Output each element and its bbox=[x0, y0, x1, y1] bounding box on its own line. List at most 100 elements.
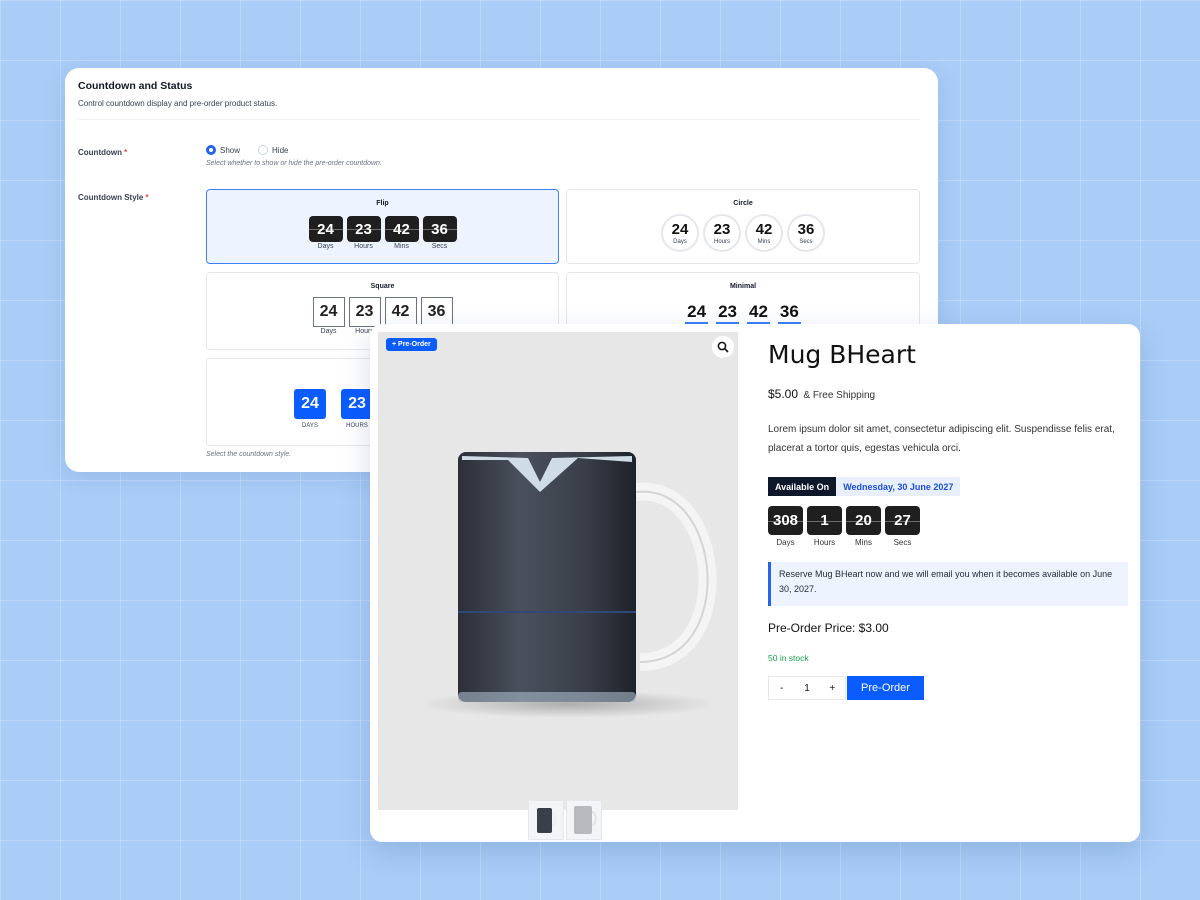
countdown-hours: 1 Hours bbox=[807, 506, 842, 547]
radio-show-dot[interactable] bbox=[206, 145, 216, 155]
product-preview-card: + Pre-Order Mug BHeart $5.00 & Free Ship… bbox=[370, 324, 1140, 842]
available-label: Available On bbox=[768, 477, 837, 496]
boxed-value: 24 bbox=[294, 389, 326, 419]
thumbnail-mug-grey bbox=[574, 806, 597, 834]
flip-unit-label: Days bbox=[317, 243, 334, 250]
style-hint: Select the countdown style. bbox=[206, 451, 292, 458]
radio-show-label: Show bbox=[220, 145, 241, 155]
boxed-value: 23 bbox=[341, 389, 373, 419]
thumbnail-1[interactable] bbox=[528, 800, 564, 840]
shipping-info: & Free Shipping bbox=[803, 390, 876, 401]
style-option-minimal-label: Minimal bbox=[729, 283, 757, 290]
preorder-price: Pre-Order Price: $3.00 bbox=[768, 621, 889, 635]
countdown-mins: 20 Mins bbox=[846, 506, 881, 547]
availability-row: Available On Wednesday, 30 June 2027 bbox=[768, 477, 961, 496]
radio-hide-label: Hide bbox=[272, 145, 289, 155]
circle-unit-secs: 36 Secs bbox=[787, 214, 825, 252]
minimal-value: 42 bbox=[747, 302, 770, 324]
square-unit-label: Days bbox=[320, 328, 337, 335]
circle-unit-label: Secs bbox=[799, 238, 813, 245]
flip-unit-days: 24 Days bbox=[308, 216, 343, 250]
qty-increment-button[interactable]: + bbox=[820, 683, 845, 694]
radio-hide[interactable]: Hide bbox=[258, 145, 288, 155]
qty-input[interactable]: 1 bbox=[794, 683, 819, 694]
style-field-label: Countdown Style * bbox=[78, 193, 148, 202]
square-value: 42 bbox=[384, 297, 417, 327]
circle-preview: 24 Days 23 Hours 42 Mins 36 Secs bbox=[567, 214, 919, 252]
section-title: Countdown and Status bbox=[78, 80, 193, 92]
flip-value: 36 bbox=[422, 216, 457, 242]
countdown-value: 27 bbox=[885, 506, 920, 535]
countdown-value: 20 bbox=[846, 506, 881, 535]
flip-unit-label: Secs bbox=[431, 243, 448, 250]
radio-show[interactable]: Show bbox=[206, 145, 240, 155]
countdown-value: 1 bbox=[807, 506, 842, 535]
countdown-hint: Select whether to show or hide the pre-o… bbox=[206, 160, 382, 167]
square-value: 23 bbox=[348, 297, 381, 327]
radio-hide-dot[interactable] bbox=[258, 145, 269, 155]
product-countdown: 308 Days 1 Hours 20 Mins 27 Secs bbox=[768, 506, 920, 547]
countdown-secs: 27 Secs bbox=[885, 506, 920, 547]
countdown-unit-label: Days bbox=[776, 538, 795, 547]
circle-unit-days: 24 Days bbox=[661, 214, 699, 252]
thumbnail-mug-dark bbox=[537, 808, 557, 833]
price-row: $5.00 & Free Shipping bbox=[768, 387, 875, 401]
circle-value: 24 bbox=[671, 220, 689, 238]
circle-unit-mins: 42 Mins bbox=[745, 214, 783, 252]
flip-unit-hours: 23 Hours bbox=[346, 216, 381, 250]
flip-value: 23 bbox=[346, 216, 381, 242]
flip-value: 24 bbox=[308, 216, 343, 242]
countdown-visibility-radios: Show Hide bbox=[206, 145, 288, 155]
thumbnail-2[interactable] bbox=[566, 800, 602, 840]
gallery-thumbnails bbox=[528, 800, 602, 840]
divider bbox=[78, 119, 920, 120]
flip-unit-label: Mins bbox=[394, 243, 409, 250]
flip-value: 42 bbox=[384, 216, 419, 242]
circle-unit-label: Hours bbox=[713, 238, 730, 245]
section-description: Control countdown display and pre-order … bbox=[78, 99, 278, 108]
countdown-unit-label: Secs bbox=[893, 538, 912, 547]
circle-unit-label: Days bbox=[673, 238, 687, 245]
square-value: 36 bbox=[420, 297, 453, 327]
circle-value: 42 bbox=[755, 220, 773, 238]
flip-unit-mins: 42 Mins bbox=[384, 216, 419, 250]
magnifier-icon bbox=[717, 341, 729, 353]
countdown-unit-label: Hours bbox=[813, 538, 836, 547]
preorder-badge: + Pre-Order bbox=[386, 338, 437, 351]
style-option-flip[interactable]: Flip 24 Days 23 Hours 42 Mins 36 Secs bbox=[206, 189, 559, 264]
countdown-value: 308 bbox=[768, 506, 803, 535]
zoom-button[interactable] bbox=[712, 336, 734, 358]
square-unit-days: 24 Days bbox=[312, 297, 345, 335]
boxed-preview: 24 DAYS 23 HOURS bbox=[291, 389, 376, 429]
boxed-unit-label: DAYS bbox=[302, 423, 318, 429]
qty-decrement-button[interactable]: - bbox=[769, 683, 794, 694]
mug-image bbox=[418, 452, 718, 718]
boxed-unit-label: HOURS bbox=[346, 423, 368, 429]
product-description: Lorem ipsum dolor sit amet, consectetur … bbox=[768, 424, 1115, 454]
square-value: 24 bbox=[312, 297, 345, 327]
required-mark: * bbox=[145, 193, 149, 202]
quantity-stepper: - 1 + bbox=[768, 676, 846, 700]
style-label-text: Countdown Style bbox=[78, 193, 144, 202]
product-price: $5.00 bbox=[768, 387, 799, 401]
style-option-circle-label: Circle bbox=[733, 200, 753, 207]
circle-value: 23 bbox=[713, 220, 731, 238]
style-option-circle[interactable]: Circle 24 Days 23 Hours 42 Mins 36 Secs bbox=[566, 189, 920, 264]
boxed-unit-days: 24 DAYS bbox=[291, 389, 329, 429]
style-option-flip-label: Flip bbox=[376, 200, 389, 207]
flip-unit-secs: 36 Secs bbox=[422, 216, 457, 250]
flip-preview: 24 Days 23 Hours 42 Mins 36 Secs bbox=[207, 216, 558, 250]
required-mark: * bbox=[123, 148, 128, 157]
minimal-value: 24 bbox=[685, 302, 709, 324]
countdown-days: 308 Days bbox=[768, 506, 803, 547]
countdown-label-text: Countdown bbox=[78, 148, 122, 157]
flip-unit-label: Hours bbox=[354, 243, 373, 250]
circle-value: 36 bbox=[797, 220, 815, 238]
minimal-preview: 24 23 42 36 bbox=[567, 302, 919, 324]
countdown-field-label: Countdown * bbox=[78, 148, 127, 157]
preorder-button[interactable]: Pre-Order bbox=[847, 676, 924, 700]
preorder-notice: Reserve Mug BHeart now and we will email… bbox=[768, 562, 1128, 606]
product-title: Mug BHeart bbox=[768, 340, 916, 369]
countdown-unit-label: Mins bbox=[855, 538, 872, 547]
circle-unit-label: Mins bbox=[757, 238, 771, 245]
